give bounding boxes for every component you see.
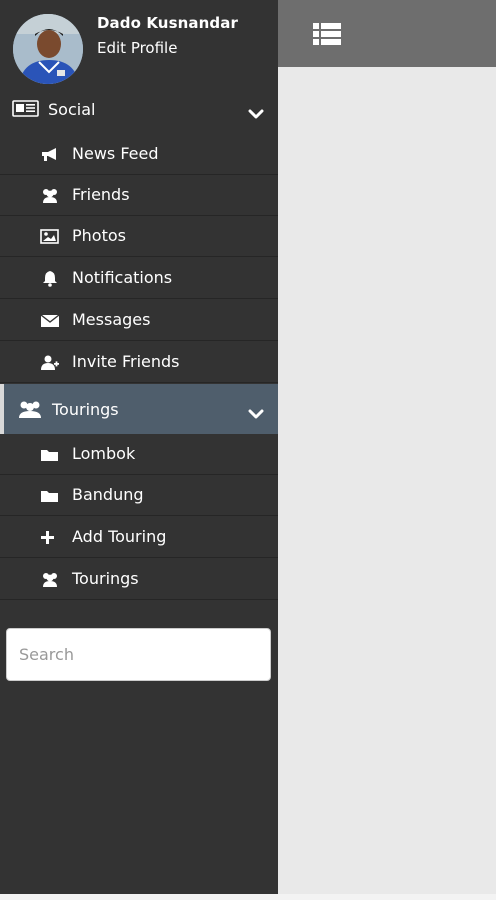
sidebar-item-label: Add Touring <box>72 527 167 546</box>
section-social-header[interactable]: Social <box>0 84 278 134</box>
sidebar-item-label: Friends <box>72 185 130 204</box>
sidebar-item-bandung[interactable]: Bandung <box>0 475 278 516</box>
profile-header[interactable]: Dado Kusnandar Edit Profile <box>0 0 278 88</box>
folder-icon <box>40 446 60 463</box>
sidebar-item-photos[interactable]: Photos <box>0 216 278 257</box>
list-icon[interactable] <box>313 23 341 45</box>
sidebar-item-label: Lombok <box>72 444 136 463</box>
sidebar-item-notifications[interactable]: Notifications <box>0 258 278 299</box>
newspaper-icon <box>12 99 40 119</box>
chevron-down-icon[interactable] <box>248 104 264 119</box>
section-tourings-label: Tourings <box>52 399 119 419</box>
plus-icon <box>40 529 60 546</box>
sidebar: Dado Kusnandar Edit Profile Social News … <box>0 0 278 894</box>
top-bar <box>278 0 496 67</box>
sidebar-item-tourings[interactable]: Tourings <box>0 559 278 600</box>
image-icon <box>40 228 60 245</box>
users-icon <box>40 571 60 588</box>
bell-icon <box>40 270 60 287</box>
sidebar-item-label: Messages <box>72 310 151 329</box>
section-tourings-header[interactable]: Tourings <box>0 384 278 434</box>
edit-profile-link[interactable]: Edit Profile <box>97 39 177 57</box>
sidebar-item-label: Tourings <box>72 569 139 588</box>
sidebar-item-label: Invite Friends <box>72 352 180 371</box>
sidebar-item-invite-friends[interactable]: Invite Friends <box>0 342 278 383</box>
sidebar-item-lombok[interactable]: Lombok <box>0 434 278 475</box>
content-area <box>278 0 496 900</box>
sidebar-item-label: Notifications <box>72 268 173 287</box>
sidebar-item-label: Bandung <box>72 485 144 504</box>
sidebar-item-friends[interactable]: Friends <box>0 175 278 216</box>
sidebar-item-messages[interactable]: Messages <box>0 300 278 341</box>
users-icon <box>40 187 60 204</box>
chevron-down-icon[interactable] <box>248 404 264 419</box>
profile-name: Dado Kusnandar <box>97 14 238 32</box>
folder-icon <box>40 487 60 504</box>
section-social-label: Social <box>48 99 96 119</box>
sidebar-item-label: News Feed <box>72 144 159 163</box>
sidebar-item-label: Photos <box>72 226 126 245</box>
search-input[interactable] <box>6 628 271 681</box>
users-icon <box>17 399 43 419</box>
sidebar-item-add-touring[interactable]: Add Touring <box>0 517 278 558</box>
envelope-icon <box>40 312 60 329</box>
sidebar-item-news-feed[interactable]: News Feed <box>0 134 278 175</box>
user-plus-icon <box>40 354 60 371</box>
avatar[interactable] <box>13 14 83 84</box>
bullhorn-icon <box>40 146 60 163</box>
bottom-edge <box>0 894 496 900</box>
